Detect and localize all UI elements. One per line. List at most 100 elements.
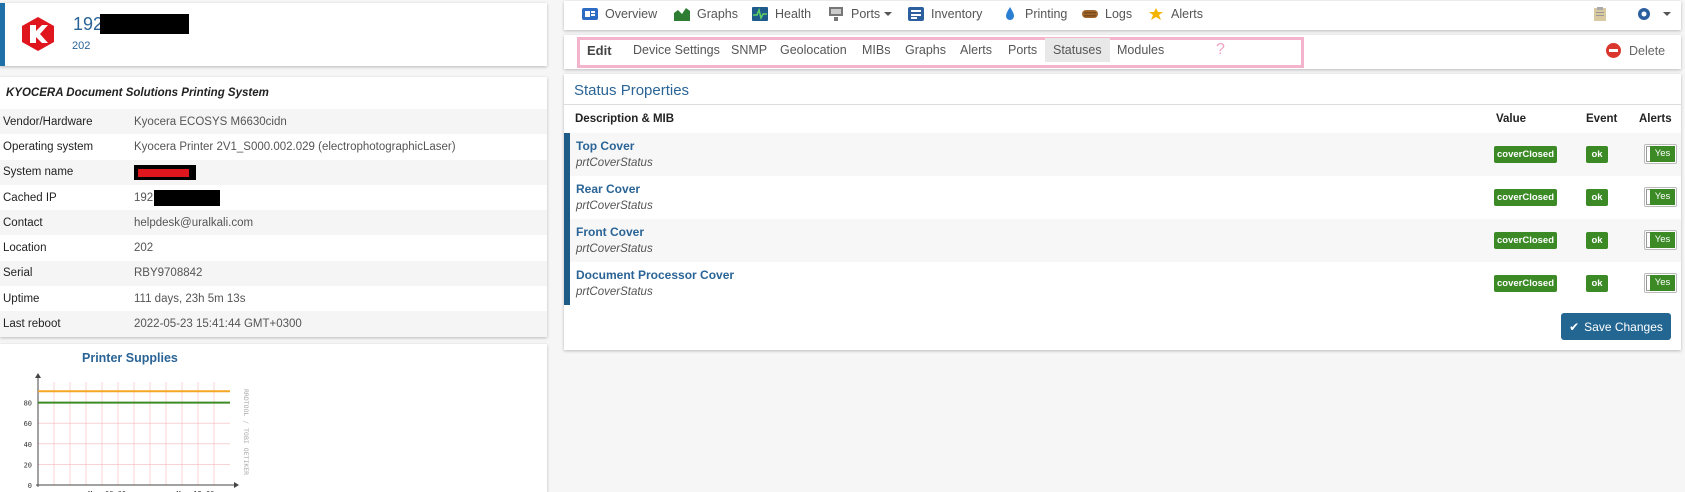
overview-value: Kyocera Printer 2V1_S000.002.029 (electr… — [134, 140, 456, 153]
alerts-toggle[interactable]: Yes — [1644, 230, 1677, 250]
overview-key: Operating system — [3, 140, 94, 153]
status-mib: prtCoverStatus — [576, 200, 653, 212]
nav-label: Ports — [851, 7, 881, 21]
help-icon[interactable]: ? — [1216, 41, 1225, 59]
chart-axis-arrow — [234, 482, 239, 488]
nav-inventory[interactable]: Inventory — [908, 7, 982, 21]
alerts-toggle[interactable]: Yes — [1644, 273, 1677, 293]
overview-row-cachedip: Cached IP 192 — [0, 185, 547, 210]
nav-label: Graphs — [697, 7, 738, 21]
tab-alerts[interactable]: Alerts — [960, 43, 992, 57]
panel-title: Status Properties — [574, 82, 690, 99]
health-icon — [752, 7, 768, 21]
delete-button[interactable]: Delete — [1606, 43, 1665, 58]
chart-y-tick-label: 80 — [24, 400, 32, 408]
alerts-toggle[interactable]: Yes — [1644, 144, 1677, 164]
nav-alerts[interactable]: Alerts — [1148, 7, 1203, 21]
status-mib: prtCoverStatus — [576, 286, 653, 298]
chevron-down-icon — [1663, 12, 1671, 16]
notes-button[interactable] — [1592, 7, 1615, 21]
tab-device-settings[interactable]: Device Settings — [633, 43, 720, 57]
nav-graphs[interactable]: Graphs — [674, 7, 738, 21]
tab-mibs[interactable]: MIBs — [862, 43, 890, 57]
overview-row-os: Operating system Kyocera Printer 2V1_S00… — [0, 134, 547, 159]
toggle-label: Yes — [1650, 146, 1675, 162]
overview-icon — [582, 8, 598, 20]
status-name[interactable]: Document Processor Cover — [576, 268, 734, 282]
minus-circle-icon — [1606, 43, 1621, 58]
overview-row-sysname: System name — [0, 159, 547, 185]
overview-value: 202 — [134, 242, 154, 255]
value-badge: coverClosed — [1494, 232, 1557, 249]
printer-supplies-card: Printer Supplies 020406080Mon 00:00Mon 1… — [0, 344, 547, 492]
status-name[interactable]: Front Cover — [576, 225, 644, 239]
overview-key: Vendor/Hardware — [3, 115, 93, 128]
status-mib: prtCoverStatus — [576, 157, 653, 169]
tab-ports[interactable]: Ports — [1008, 43, 1037, 57]
chart-side-label: RRDTOOL / TOBI OETIKER — [242, 389, 250, 475]
device-header-card: 192. 202 — [0, 3, 547, 66]
check-icon: ✔ — [1569, 319, 1580, 334]
overview-key: Contact — [3, 216, 43, 229]
save-changes-button[interactable]: ✔ Save Changes — [1561, 313, 1671, 340]
tab-modules[interactable]: Modules — [1117, 43, 1164, 57]
tab-graphs[interactable]: Graphs — [905, 43, 946, 57]
nav-ports[interactable]: Ports — [828, 7, 893, 21]
overview-value: 192 — [134, 189, 221, 206]
device-top-nav: Overview Graphs Health Ports Inventory P… — [564, 1, 1681, 30]
overview-row-uptime: Uptime 111 days, 23h 5m 13s — [0, 286, 547, 311]
chart-y-tick-label: 0 — [28, 482, 32, 490]
nav-printing[interactable]: Printing — [1002, 7, 1067, 21]
graphs-icon — [674, 8, 690, 21]
table-header: Description & MIB Value Event Alerts — [564, 104, 1681, 133]
nav-label: Overview — [605, 7, 658, 21]
value-badge: coverClosed — [1494, 275, 1557, 292]
overview-key: Serial — [3, 267, 33, 280]
overview-key: Last reboot — [3, 318, 61, 331]
nav-overview[interactable]: Overview — [582, 7, 657, 21]
device-location: 202 — [72, 40, 91, 52]
overview-value: 2022-05-23 15:41:44 GMT+0300 — [134, 318, 302, 331]
overview-title: KYOCERA Document Solutions Printing Syst… — [6, 87, 269, 99]
tab-geolocation[interactable]: Geolocation — [780, 43, 847, 57]
tab-snmp[interactable]: SNMP — [731, 43, 767, 57]
alerts-icon — [1149, 8, 1163, 20]
table-row: Front Cover prtCoverStatus coverClosed o… — [564, 219, 1681, 262]
status-name[interactable]: Rear Cover — [576, 182, 640, 196]
subnav-edit[interactable]: Edit — [587, 43, 612, 58]
overview-value: 111 days, 23h 5m 13s — [134, 292, 246, 305]
overview-row-location: Location 202 — [0, 235, 547, 260]
header-event: Event — [1586, 113, 1618, 125]
overview-table: Vendor/Hardware Kyocera ECOSYS M6630cidn… — [0, 109, 547, 337]
gear-icon — [1638, 8, 1650, 20]
overview-row-vendor: Vendor/Hardware Kyocera ECOSYS M6630cidn — [0, 109, 547, 135]
settings-menu[interactable] — [1636, 7, 1671, 21]
overview-key: Location — [3, 242, 47, 255]
supplies-title[interactable]: Printer Supplies — [82, 351, 178, 365]
header-value: Value — [1496, 113, 1527, 125]
ports-icon — [829, 7, 843, 21]
nav-logs[interactable]: Logs — [1082, 7, 1132, 21]
tab-statuses[interactable]: Statuses — [1045, 38, 1110, 62]
inventory-icon — [908, 7, 924, 21]
printing-icon — [1006, 7, 1014, 20]
supplies-chart[interactable]: 020406080Mon 00:00Mon 12:00RRDTOOL / TOB… — [0, 369, 270, 492]
kyocera-logo — [22, 17, 54, 51]
toggle-label: Yes — [1650, 232, 1675, 248]
header-alerts: Alerts — [1639, 113, 1672, 125]
status-name[interactable]: Top Cover — [576, 139, 634, 153]
overview-value: RBY9708842 — [134, 267, 203, 280]
value-badge: coverClosed — [1494, 146, 1557, 163]
device-edit-nav: Edit Device Settings SNMP Geolocation MI… — [564, 35, 1681, 69]
logs-icon — [1082, 10, 1098, 18]
status-mib: prtCoverStatus — [576, 243, 653, 255]
overview-key: Uptime — [3, 292, 40, 305]
alerts-toggle[interactable]: Yes — [1644, 187, 1677, 207]
table-row: Document Processor Cover prtCoverStatus … — [564, 262, 1681, 305]
event-badge: ok — [1586, 275, 1608, 292]
event-badge: ok — [1586, 146, 1608, 163]
nav-label: Alerts — [1171, 7, 1203, 21]
chevron-down-icon — [884, 12, 893, 16]
delete-label: Delete — [1629, 43, 1666, 58]
nav-health[interactable]: Health — [752, 7, 811, 21]
